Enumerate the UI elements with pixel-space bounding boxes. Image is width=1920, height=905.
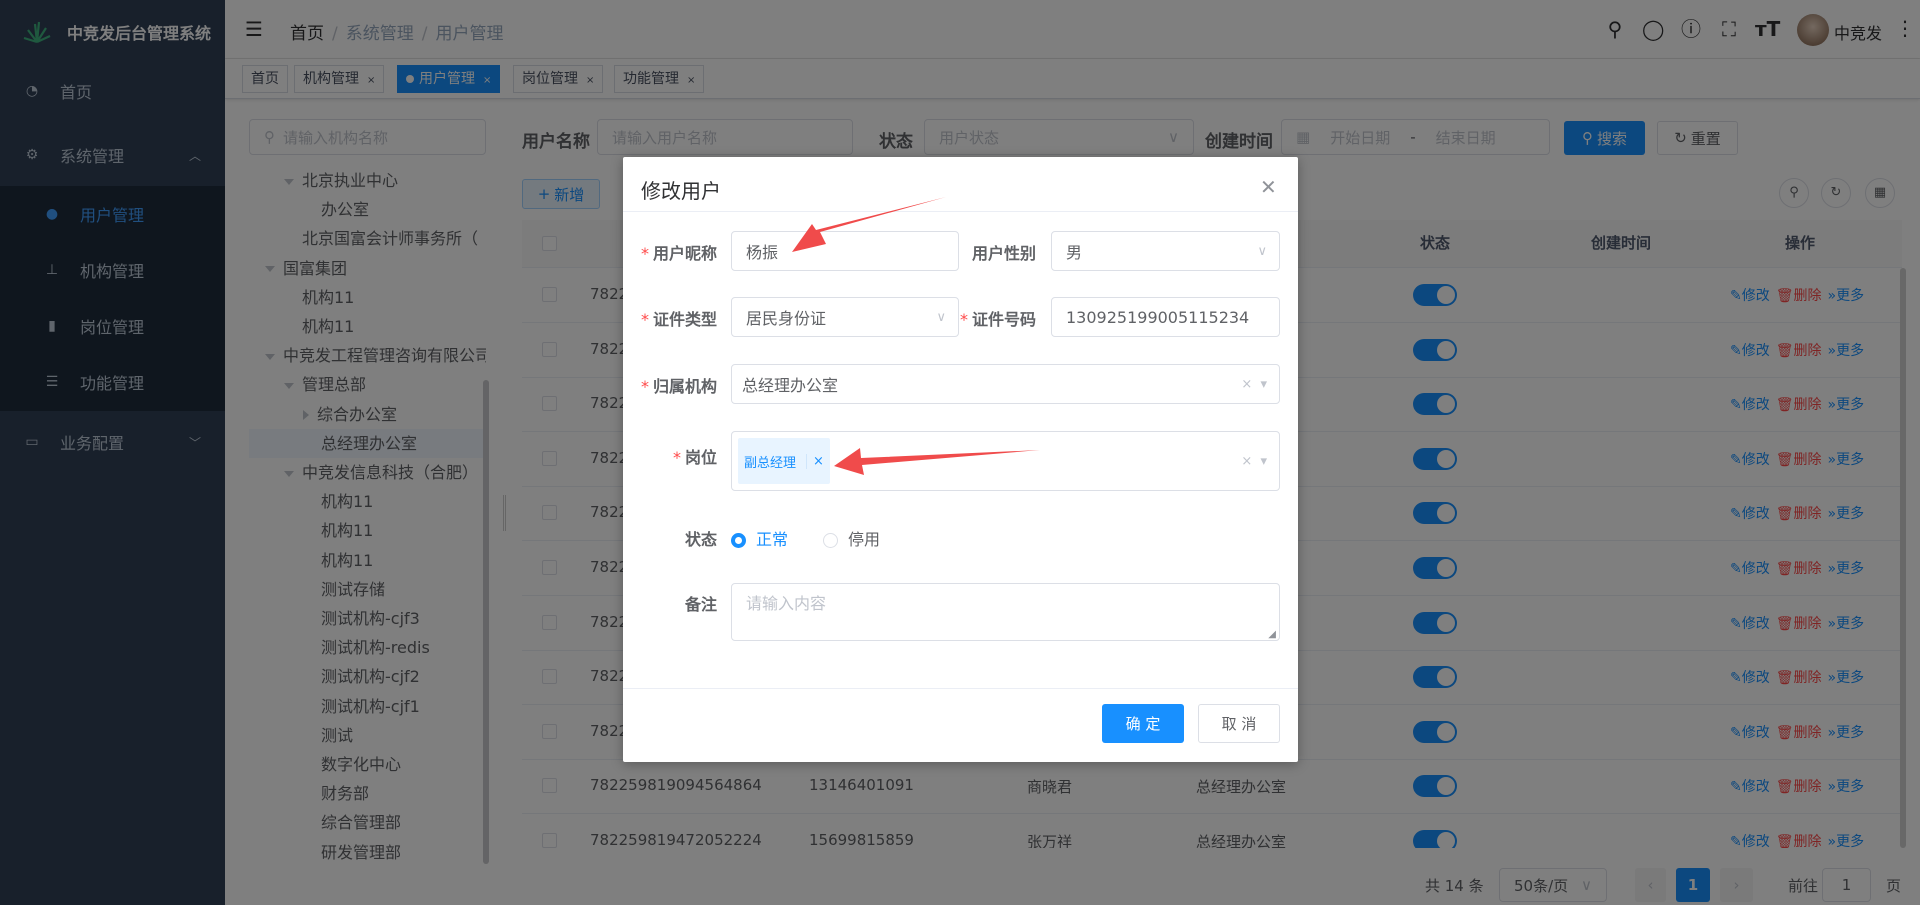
id-type-label: * 证件类型 [640,310,717,329]
input-value: 杨振 [746,243,779,262]
remark-textarea[interactable]: 请输入内容 ◢ [731,583,1280,641]
nickname-input[interactable]: 杨振 [731,231,959,271]
gender-label: 用户性别 [972,244,1037,263]
select-value: 男 [1066,243,1083,262]
remark-label: 备注 [684,595,717,614]
divider [623,688,1298,689]
select-value: 居民身份证 [746,309,827,328]
edit-user-dialog: 修改用户 ✕ * 用户昵称 杨振 用户性别 男 ∨ * 证件类型 居民身份证 ∨ * 证件… [623,157,1298,762]
cancel-button[interactable]: 取 消 [1198,704,1280,743]
post-tag: 副总经理 × [738,438,830,484]
divider [623,211,1298,212]
button-label: 确 定 [1125,715,1161,733]
chevron-down-icon: ∨ [1257,243,1267,259]
input-value: 130925199005115234 [1066,307,1250,327]
radio-normal[interactable]: 正常 [731,526,788,550]
post-multiselect[interactable]: 副总经理 × × ▾ [731,431,1280,491]
post-label: * 岗位 [672,448,717,467]
radio-label: 正常 [756,530,789,549]
select-value: 总经理办公室 [742,376,839,395]
clear-dropdown-icon[interactable]: × ▾ [1241,454,1267,469]
org-select[interactable]: 总经理办公室 × ▾ [731,364,1280,404]
dialog-title: 修改用户 [641,179,721,203]
close-icon[interactable]: ✕ [1260,175,1277,199]
org-label: * 归属机构 [640,377,717,396]
confirm-button[interactable]: 确 定 [1102,704,1184,743]
radio-label: 停用 [848,530,881,549]
radio-checked-icon [731,533,746,548]
button-label: 取 消 [1221,715,1257,733]
chevron-down-icon: ∨ [936,309,946,325]
radio-unchecked-icon [823,533,838,548]
tag-label: 副总经理 [744,455,797,471]
placeholder: 请输入内容 [746,594,827,613]
id-number-label: * 证件号码 [960,310,1037,329]
radio-disabled[interactable]: 停用 [823,526,880,550]
close-icon[interactable]: × [806,453,824,469]
gender-select[interactable]: 男 ∨ [1051,231,1280,271]
clear-dropdown-icon[interactable]: × ▾ [1241,377,1267,392]
id-number-input[interactable]: 130925199005115234 [1051,297,1280,337]
resize-handle-icon[interactable]: ◢ [1268,629,1276,640]
status-label: 状态 [684,530,717,549]
id-type-select[interactable]: 居民身份证 ∨ [731,297,959,337]
nickname-label: * 用户昵称 [640,244,717,263]
